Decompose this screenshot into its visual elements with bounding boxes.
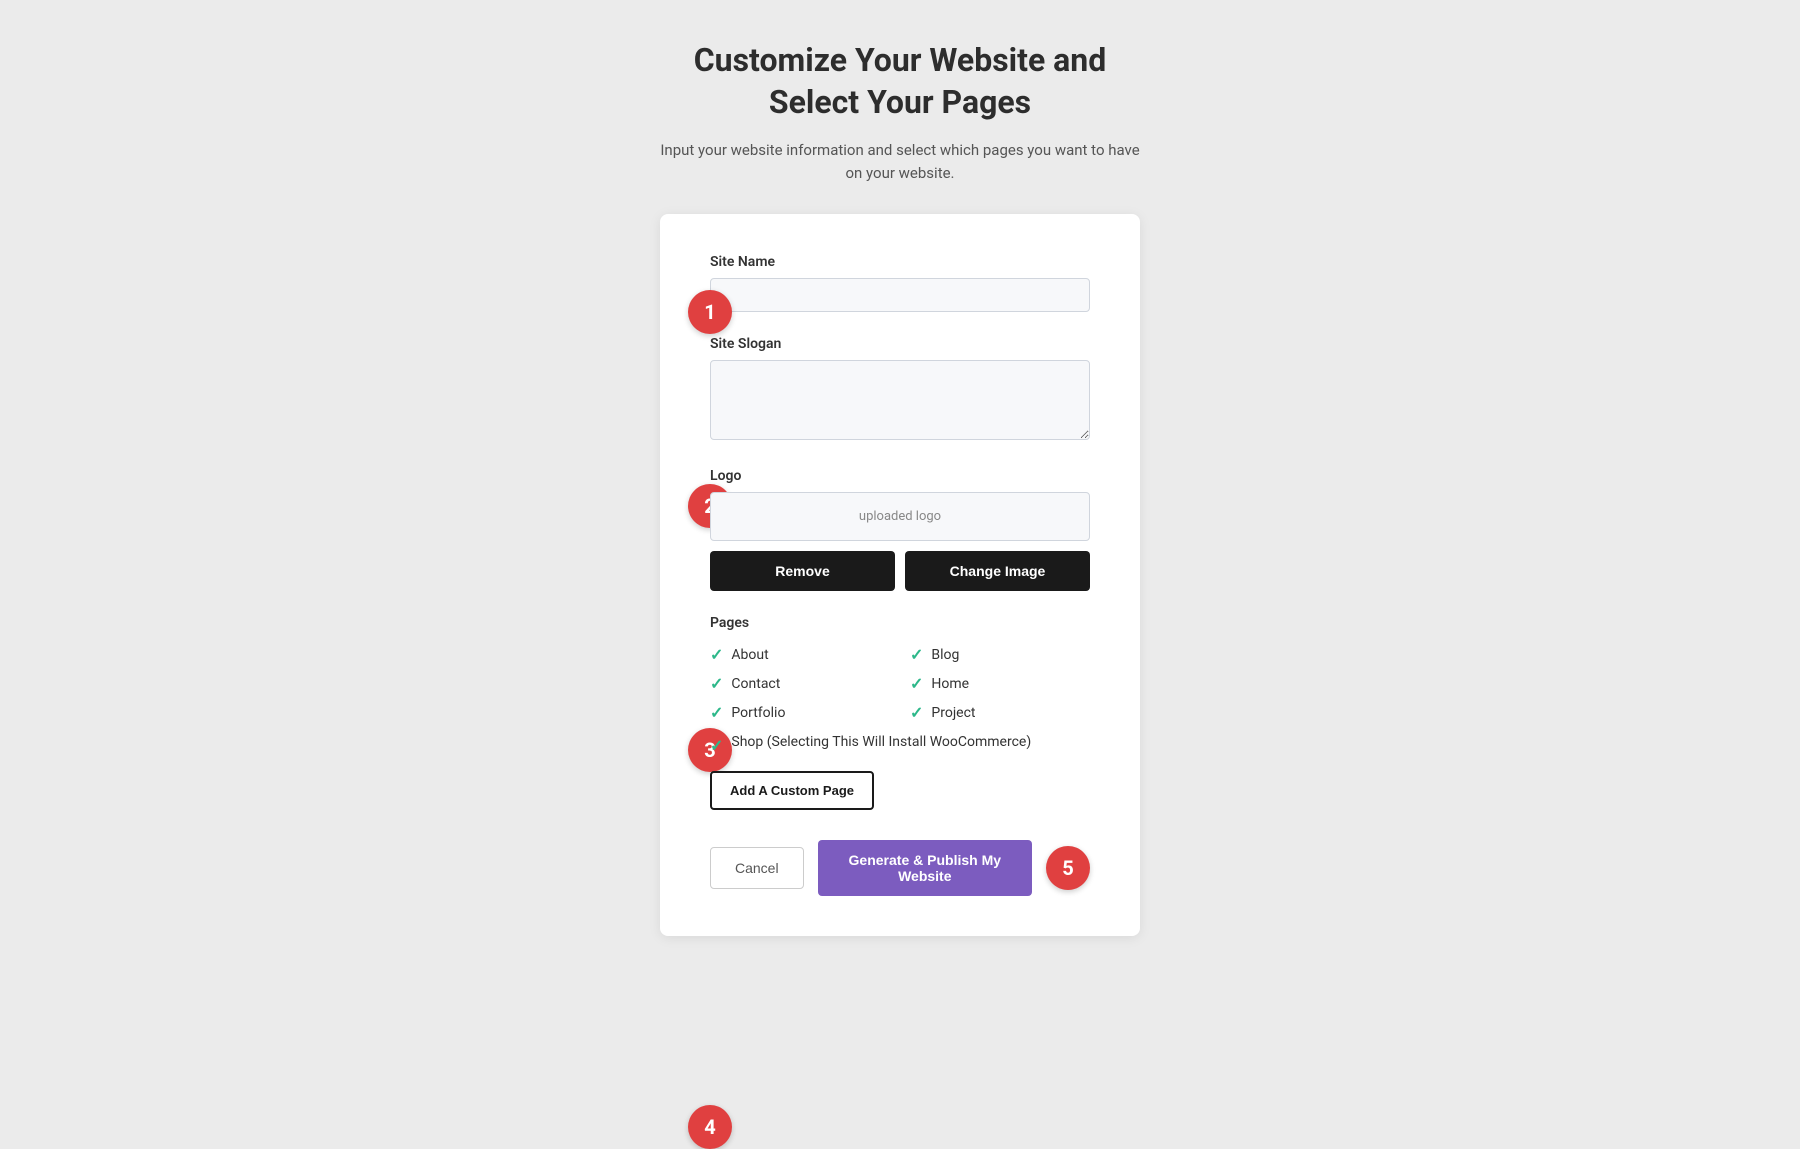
check-icon-portfolio: ✓ [710, 703, 723, 722]
form-card: 1 Site Name 2 Site Slogan 3 Logo uploade… [660, 214, 1140, 936]
page-subtitle: Input your website information and selec… [660, 139, 1139, 184]
page-label-project: Project [931, 705, 975, 721]
check-icon-about: ✓ [710, 645, 723, 664]
site-slogan-input[interactable] [710, 360, 1090, 440]
site-slogan-field: 2 Site Slogan [710, 336, 1090, 444]
logo-preview-text: uploaded logo [859, 509, 941, 524]
logo-label: Logo [710, 468, 1090, 484]
page-title: Customize Your Website andSelect Your Pa… [660, 40, 1139, 123]
site-name-label: Site Name [710, 254, 1090, 270]
logo-field: 3 Logo uploaded logo Remove Change Image [710, 468, 1090, 591]
site-name-field: 1 Site Name [710, 254, 1090, 312]
page-label-about: About [731, 647, 768, 663]
page-label-shop: Shop (Selecting This Will Install WooCom… [731, 734, 1031, 750]
site-slogan-label: Site Slogan [710, 336, 1090, 352]
publish-button[interactable]: Generate & Publish My Website [818, 840, 1032, 896]
page-label-home: Home [931, 676, 969, 692]
check-icon-contact: ✓ [710, 674, 723, 693]
logo-preview: uploaded logo [710, 492, 1090, 541]
page-item-contact[interactable]: ✓ Contact [710, 674, 890, 693]
page-item-shop[interactable]: ✓ Shop (Selecting This Will Install WooC… [710, 734, 1090, 755]
page-label-blog: Blog [931, 647, 959, 663]
page-item-home[interactable]: ✓ Home [910, 674, 1090, 693]
pages-grid: ✓ About ✓ Blog ✓ Contact ✓ Home ✓ Portfo… [710, 645, 1090, 722]
pages-label: Pages [710, 615, 1090, 631]
check-icon-shop: ✓ [710, 736, 723, 755]
step-badge-4: 4 [688, 1105, 732, 1149]
form-footer: Cancel Generate & Publish My Website 5 [710, 840, 1090, 896]
cancel-button[interactable]: Cancel [710, 847, 804, 889]
logo-buttons: Remove Change Image [710, 551, 1090, 591]
page-label-portfolio: Portfolio [731, 705, 785, 721]
check-icon-home: ✓ [910, 674, 923, 693]
step-badge-5: 5 [1046, 846, 1090, 890]
site-name-input[interactable] [710, 278, 1090, 312]
page-header: Customize Your Website andSelect Your Pa… [660, 40, 1139, 184]
check-icon-blog: ✓ [910, 645, 923, 664]
page-item-project[interactable]: ✓ Project [910, 703, 1090, 722]
page-item-portfolio[interactable]: ✓ Portfolio [710, 703, 890, 722]
page-label-contact: Contact [731, 676, 780, 692]
change-image-button[interactable]: Change Image [905, 551, 1090, 591]
pages-section: 4 Pages ✓ About ✓ Blog ✓ Contact ✓ Home … [710, 615, 1090, 810]
page-item-blog[interactable]: ✓ Blog [910, 645, 1090, 664]
step-badge-1: 1 [688, 290, 732, 334]
page-item-about[interactable]: ✓ About [710, 645, 890, 664]
remove-logo-button[interactable]: Remove [710, 551, 895, 591]
check-icon-project: ✓ [910, 703, 923, 722]
add-custom-page-button[interactable]: Add A Custom Page [710, 771, 874, 810]
